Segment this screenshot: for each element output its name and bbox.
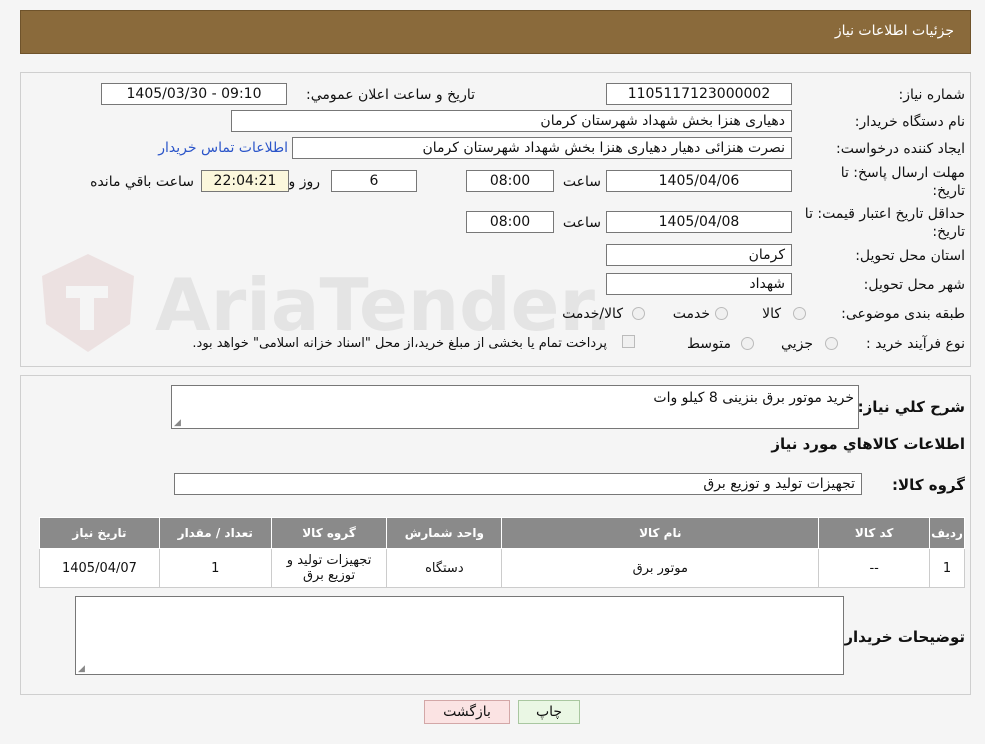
resize-handle-icon: ◢ [174, 418, 181, 428]
table-header-row: رديف کد کالا نام کالا واحد شمارش گروه کا… [39, 517, 965, 549]
goods-group-label: گروه کالا: [892, 476, 965, 494]
validity-label-date: تاریخ: [932, 224, 965, 240]
city-label: شهر محل تحویل: [863, 277, 965, 293]
cell-code: -- [818, 548, 931, 588]
col-group: گروه کالا [270, 517, 388, 549]
buyer-org-label: نام دستگاه خریدار: [854, 114, 965, 130]
col-code: کد کالا [818, 517, 931, 549]
process-radio-minor[interactable] [825, 337, 838, 350]
need-number-field: 1105117123000002 [606, 83, 792, 105]
treasury-checkbox[interactable] [622, 335, 635, 348]
category-option-goods: کالا [762, 306, 781, 322]
buyer-notes-field[interactable]: ◢ [75, 596, 844, 675]
resize-handle-icon: ◢ [78, 664, 85, 674]
payment-note: پرداخت تمام یا بخشی از مبلغ خرید،از محل … [192, 336, 607, 351]
table-row[interactable]: 1 -- موتور برق دستگاه تجهیزات تولید و تو… [39, 548, 965, 588]
description-text: خرید موتور برق بنزینی 8 کیلو وات [653, 390, 854, 406]
deadline-time-label: ساعت [562, 174, 601, 190]
page-title: جزئیات اطلاعات نیاز [834, 23, 954, 39]
cell-name: موتور برق [501, 548, 820, 588]
category-radio-goods[interactable] [793, 307, 806, 320]
goods-group-field: تجهیزات تولید و توزیع برق [174, 473, 862, 495]
creator-label: ایجاد کننده درخواست: [836, 141, 965, 157]
remaining-time-field: 22:04:21 [201, 170, 289, 192]
announce-field: 1405/03/30 - 09:10 [101, 83, 287, 105]
cell-qty: 1 [158, 548, 272, 588]
process-radio-medium[interactable] [741, 337, 754, 350]
buyer-notes-label: توضیحات خریدار: [838, 628, 965, 646]
cell-date: 1405/04/07 [39, 548, 160, 588]
cell-row: 1 [929, 548, 965, 588]
validity-time-field: 08:00 [466, 211, 554, 233]
buyer-org-field: دهیاری هنزا بخش شهداد شهرستان کرمان [231, 110, 792, 132]
province-field: کرمان [606, 244, 792, 266]
buyer-contact-link[interactable]: اطلاعات تماس خریدار [158, 140, 288, 156]
category-radio-goods-service[interactable] [632, 307, 645, 320]
col-row: رديف [929, 517, 965, 549]
remaining-label: ساعت باقي مانده [90, 174, 194, 190]
cell-unit: دستگاه [386, 548, 503, 588]
validity-label: حداقل تاریخ اعتبار قیمت: تا [804, 206, 965, 222]
category-option-service: خدمت [672, 306, 710, 322]
process-option-minor: جزيي [781, 336, 813, 352]
description-field[interactable]: خرید موتور برق بنزینی 8 کیلو وات ◢ [171, 385, 859, 429]
deadline-label: مهلت ارسال پاسخ: تا [840, 165, 965, 181]
province-label: استان محل تحویل: [855, 248, 965, 264]
deadline-date-field: 1405/04/06 [606, 170, 792, 192]
col-name: نام کالا [501, 517, 820, 549]
validity-time-label: ساعت [562, 215, 601, 231]
goods-info-title: اطلاعات کالاهاي مورد نياز [771, 435, 965, 453]
creator-field: نصرت هنزائی دهیار دهیاری هنزا بخش شهداد … [292, 137, 792, 159]
announce-label: تاریخ و ساعت اعلان عمومي: [306, 87, 475, 103]
items-table: رديف کد کالا نام کالا واحد شمارش گروه کا… [39, 517, 965, 588]
city-field: شهداد [606, 273, 792, 295]
category-label: طبقه بندی موضوعی: [841, 306, 965, 322]
need-number-label: شماره نیاز: [898, 87, 966, 103]
days-label: روز و [288, 174, 321, 190]
process-label: نوع فرآیند خرید : [866, 336, 965, 352]
validity-date-field: 1405/04/08 [606, 211, 792, 233]
category-option-goods-service: کالا/خدمت [562, 306, 623, 322]
col-date: تاریخ نیاز [39, 517, 160, 549]
days-field: 6 [331, 170, 417, 192]
page-header: جزئیات اطلاعات نیاز [20, 10, 971, 54]
description-label: شرح کلي نياز: [857, 398, 965, 416]
process-option-medium: متوسط [687, 336, 731, 352]
col-qty: تعداد / مقدار [158, 517, 272, 549]
cell-group: تجهیزات تولید و توزیع برق [270, 548, 388, 588]
deadline-time-field: 08:00 [466, 170, 554, 192]
col-unit: واحد شمارش [386, 517, 503, 549]
deadline-label-date: تاریخ: [932, 183, 965, 199]
back-button[interactable]: بازگشت [424, 700, 510, 724]
category-radio-service[interactable] [715, 307, 728, 320]
print-button[interactable]: چاپ [518, 700, 580, 724]
